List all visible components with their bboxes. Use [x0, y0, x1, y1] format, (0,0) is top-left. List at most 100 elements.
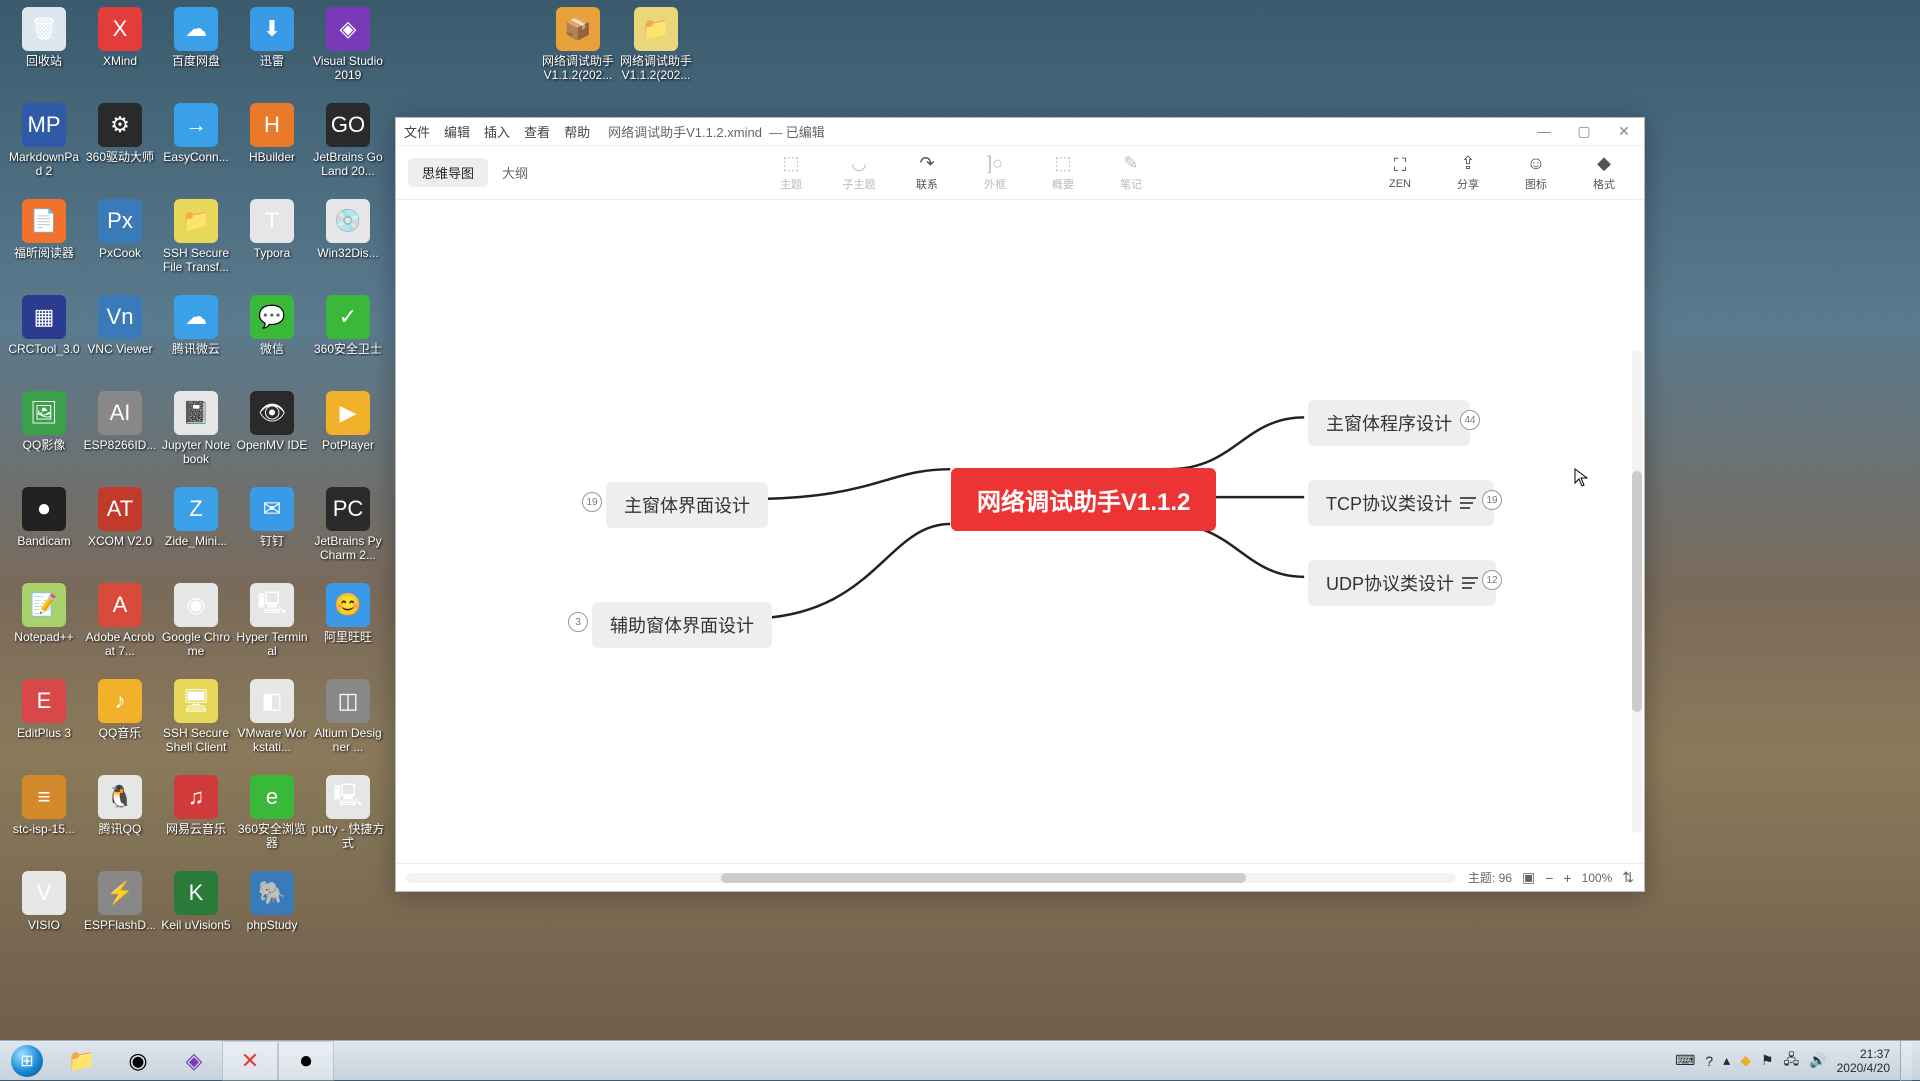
- desktop-icon[interactable]: 🖥SSH Secure Shell Client: [158, 675, 234, 771]
- zoom-stepper-icon[interactable]: ⇅: [1622, 869, 1634, 886]
- desktop-icon[interactable]: HHBuilder: [234, 99, 310, 195]
- mindmap-root[interactable]: 网络调试助手V1.1.2: [951, 468, 1216, 531]
- tool-笔记[interactable]: ✎笔记: [1111, 153, 1151, 192]
- taskbar-bandicam[interactable]: ⏺: [278, 1041, 334, 1081]
- tool-联系[interactable]: ↷联系: [907, 153, 947, 192]
- desktop-icon[interactable]: PCJetBrains PyCharm 2...: [310, 483, 386, 579]
- desktop-icon[interactable]: 👁OpenMV IDE: [234, 387, 310, 483]
- mindmap-canvas[interactable]: 网络调试助手V1.1.2 主窗体界面设计 19 辅助窗体界面设计 3 主窗体程序…: [396, 200, 1644, 863]
- desktop-icon[interactable]: ♫网易云音乐: [158, 771, 234, 867]
- desktop-icon[interactable]: XXMind: [82, 3, 158, 99]
- desktop-icon[interactable]: 📄福昕阅读器: [6, 195, 82, 291]
- tray-help-icon[interactable]: ?: [1705, 1053, 1713, 1069]
- maximize-button[interactable]: ▢: [1572, 123, 1596, 140]
- desktop-icon[interactable]: PxPxCook: [82, 195, 158, 291]
- tray-network-icon[interactable]: 🖧: [1784, 1049, 1800, 1073]
- desktop-icon[interactable]: 📝Notepad++: [6, 579, 82, 675]
- tray-input-icon[interactable]: ⌨: [1675, 1052, 1695, 1069]
- collapse-badge[interactable]: 3: [568, 612, 588, 632]
- desktop-icon[interactable]: ▦CRCTool_3.0: [6, 291, 82, 387]
- desktop-icon[interactable]: e360安全浏览器: [234, 771, 310, 867]
- desktop-icon[interactable]: TTypora: [234, 195, 310, 291]
- desktop-icon[interactable]: 🖼QQ影像: [6, 387, 82, 483]
- desktop-icon[interactable]: GOJetBrains GoLand 20...: [310, 99, 386, 195]
- mindmap-node-r3[interactable]: UDP协议类设计: [1308, 560, 1496, 606]
- zoom-out-button[interactable]: −: [1545, 870, 1553, 886]
- tray-flag-icon[interactable]: ⚑: [1761, 1052, 1774, 1069]
- desktop-icon[interactable]: KKeil uVision5: [158, 867, 234, 963]
- desktop-icon[interactable]: ≡stc-isp-15...: [6, 771, 82, 867]
- desktop-icon[interactable]: ✓360安全卫士: [310, 291, 386, 387]
- zoom-in-button[interactable]: +: [1563, 870, 1571, 886]
- desktop-icon[interactable]: VnVNC Viewer: [82, 291, 158, 387]
- tool-子主题[interactable]: ◡子主题: [839, 153, 879, 192]
- tool-概要[interactable]: ⬚概要: [1043, 153, 1083, 192]
- desktop-icon[interactable]: ◫Altium Designer ...: [310, 675, 386, 771]
- minimize-button[interactable]: —: [1532, 123, 1556, 140]
- tab-outline[interactable]: 大纲: [488, 158, 542, 187]
- desktop-icon[interactable]: ◧VMware Workstati...: [234, 675, 310, 771]
- desktop-icon[interactable]: 🗑回收站: [6, 3, 82, 99]
- desktop-icon[interactable]: ◉Google Chrome: [158, 579, 234, 675]
- tray-volume-icon[interactable]: 🔊: [1809, 1052, 1826, 1069]
- desktop-icon[interactable]: EEditPlus 3: [6, 675, 82, 771]
- collapse-badge[interactable]: 19: [582, 492, 602, 512]
- desktop-icon[interactable]: VVISIO: [6, 867, 82, 963]
- desktop-icon[interactable]: 🐘phpStudy: [234, 867, 310, 963]
- menu-文件[interactable]: 文件: [404, 122, 430, 141]
- close-button[interactable]: ✕: [1612, 123, 1636, 140]
- desktop-icon[interactable]: 🐧腾讯QQ: [82, 771, 158, 867]
- desktop-icon[interactable]: AIESP8266ID...: [82, 387, 158, 483]
- desktop-icon[interactable]: ▶PotPlayer: [310, 387, 386, 483]
- desktop-icon[interactable]: 📓Jupyter Notebook: [158, 387, 234, 483]
- taskbar-explorer[interactable]: 📁: [54, 1041, 110, 1081]
- desktop-icon[interactable]: →EasyConn...: [158, 99, 234, 195]
- desktop-icon[interactable]: 📦网络调试助手V1.1.2(202...: [540, 3, 616, 99]
- desktop-icon[interactable]: ♪QQ音乐: [82, 675, 158, 771]
- taskbar-vs[interactable]: ◈: [166, 1041, 222, 1081]
- mindmap-node-r1[interactable]: 主窗体程序设计: [1308, 400, 1470, 446]
- desktop-icon[interactable]: 💿Win32Dis...: [310, 195, 386, 291]
- menu-查看[interactable]: 查看: [524, 122, 550, 141]
- menu-插入[interactable]: 插入: [484, 122, 510, 141]
- mindmap-node-l1[interactable]: 主窗体界面设计: [606, 482, 768, 528]
- start-button[interactable]: ⊞: [0, 1041, 54, 1081]
- menu-编辑[interactable]: 编辑: [444, 122, 470, 141]
- tool-格式[interactable]: ◆格式: [1584, 153, 1624, 192]
- desktop-icon[interactable]: ◈Visual Studio 2019: [310, 3, 386, 99]
- taskbar-chrome[interactable]: ◉: [110, 1041, 166, 1081]
- map-overview-icon[interactable]: ▣: [1522, 869, 1535, 886]
- vertical-scrollbar[interactable]: [1632, 350, 1642, 833]
- mindmap-node-r2[interactable]: TCP协议类设计: [1308, 480, 1494, 526]
- mindmap-node-l2[interactable]: 辅助窗体界面设计: [592, 602, 772, 648]
- desktop-icon[interactable]: 🖳putty - 快捷方式: [310, 771, 386, 867]
- tray-chevron-up-icon[interactable]: ▴: [1723, 1052, 1730, 1069]
- desktop-icon[interactable]: ✉钉钉: [234, 483, 310, 579]
- menu-帮助[interactable]: 帮助: [564, 122, 590, 141]
- tool-外框[interactable]: ]○外框: [975, 153, 1015, 192]
- desktop-icon[interactable]: ⚙360驱动大师: [82, 99, 158, 195]
- taskbar-clock[interactable]: 21:37 2020/4/20: [1837, 1047, 1890, 1075]
- tray-shield-icon[interactable]: ◆: [1740, 1052, 1751, 1069]
- taskbar-xmind[interactable]: ✕: [222, 1041, 278, 1081]
- desktop-icon[interactable]: ⬇迅雷: [234, 3, 310, 99]
- tool-分享[interactable]: ⇪分享: [1448, 153, 1488, 192]
- collapse-badge[interactable]: 12: [1482, 570, 1502, 590]
- tool-图标[interactable]: ☺图标: [1516, 153, 1556, 192]
- collapse-badge[interactable]: 19: [1482, 490, 1502, 510]
- tool-ZEN[interactable]: ⛶ZEN: [1380, 155, 1420, 190]
- desktop-icon[interactable]: MPMarkdownPad 2: [6, 99, 82, 195]
- desktop-icon[interactable]: 😊阿里旺旺: [310, 579, 386, 675]
- desktop-icon[interactable]: 🖳Hyper Terminal: [234, 579, 310, 675]
- desktop-icon[interactable]: ☁腾讯微云: [158, 291, 234, 387]
- desktop-icon[interactable]: AAdobe Acrobat 7...: [82, 579, 158, 675]
- desktop-icon[interactable]: 📁网络调试助手V1.1.2(202...: [618, 3, 694, 99]
- desktop-icon[interactable]: ⚡ESPFlashD...: [82, 867, 158, 963]
- tab-mindmap[interactable]: 思维导图: [408, 158, 488, 187]
- horizontal-scrollbar[interactable]: [406, 873, 1456, 883]
- desktop-icon[interactable]: ATXCOM V2.0: [82, 483, 158, 579]
- desktop-icon[interactable]: ⏺Bandicam: [6, 483, 82, 579]
- show-desktop-button[interactable]: [1900, 1041, 1912, 1081]
- desktop-icon[interactable]: ☁百度网盘: [158, 3, 234, 99]
- desktop-icon[interactable]: 💬微信: [234, 291, 310, 387]
